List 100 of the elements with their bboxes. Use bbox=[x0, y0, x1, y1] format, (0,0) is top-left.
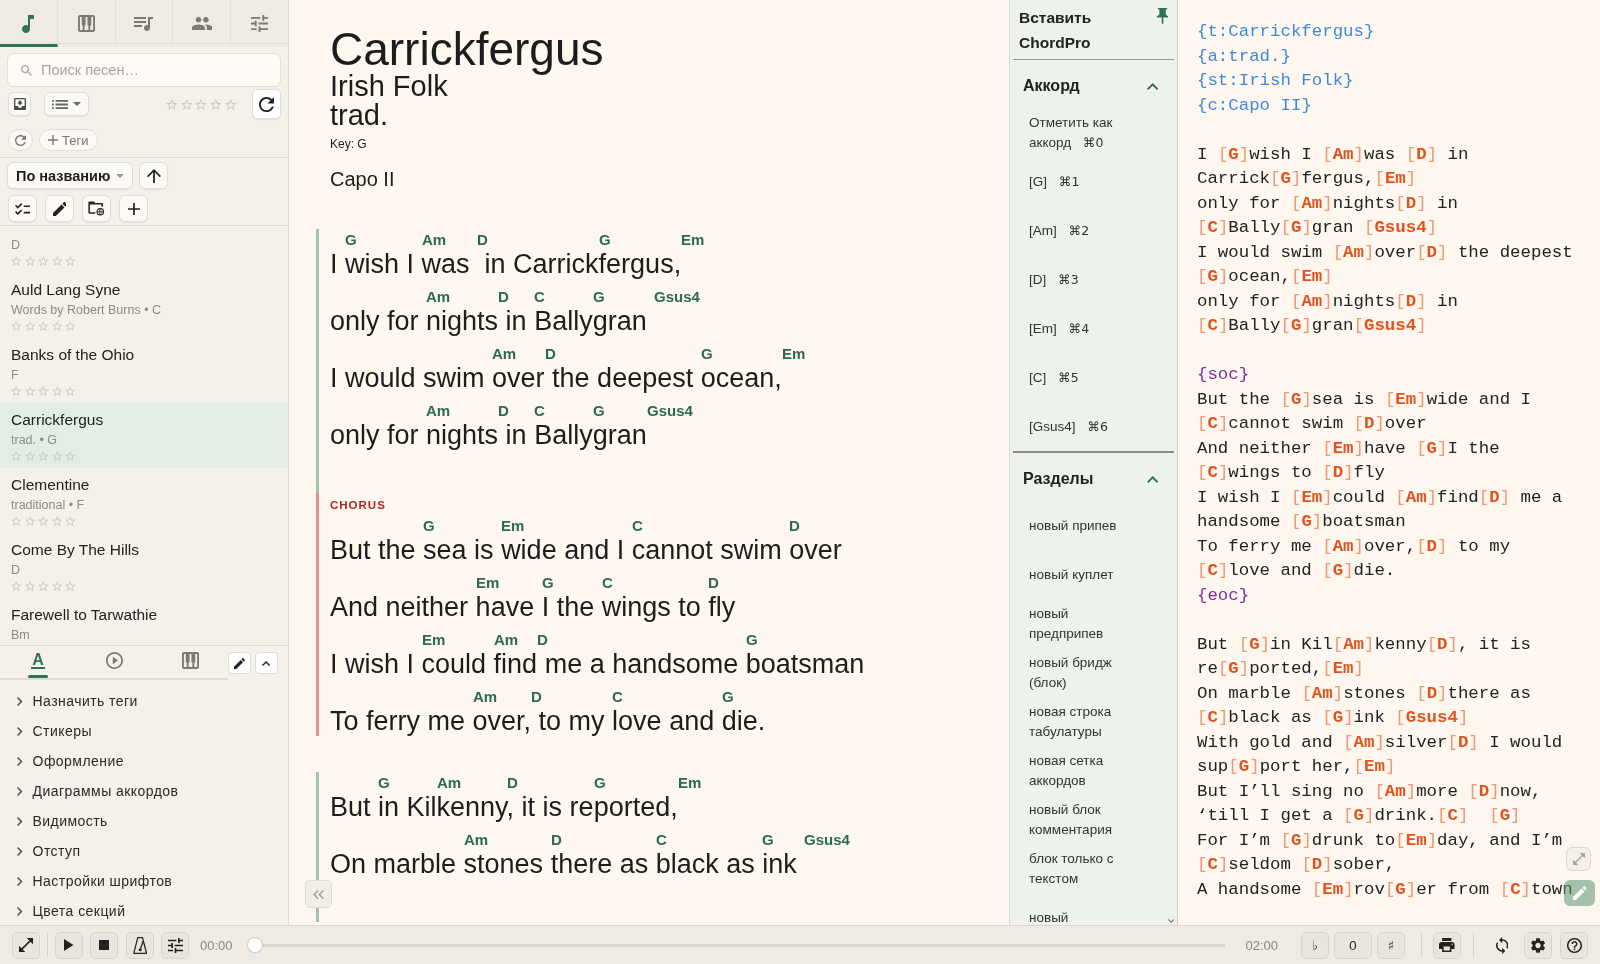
chevron-right-icon bbox=[17, 786, 23, 796]
insert-item[interactable]: блок только с текстом bbox=[1013, 844, 1174, 893]
select-button[interactable] bbox=[8, 195, 37, 222]
code-line: handsome [G]boatsman bbox=[1197, 511, 1406, 533]
plus-icon bbox=[127, 202, 140, 215]
insert-item[interactable]: новый бридж (блок) bbox=[1013, 648, 1174, 697]
code-line: But I’ll sing no [Am]more [D]now, bbox=[1197, 780, 1542, 803]
code-line: {a:trad.} bbox=[1197, 45, 1291, 68]
insert-item[interactable]: новая сетка аккордов bbox=[1013, 746, 1174, 795]
option-row[interactable]: Стикеры bbox=[0, 716, 288, 746]
option-row[interactable]: Видимость bbox=[0, 806, 288, 836]
code-line: But the [G]sea is [Em]wide and I bbox=[1197, 388, 1531, 411]
chord-label: C bbox=[612, 688, 623, 706]
nav-tab[interactable] bbox=[115, 0, 174, 47]
shortcut-label: ⌘0 bbox=[1083, 134, 1104, 150]
slider-thumb[interactable] bbox=[247, 938, 262, 952]
nav-tab[interactable] bbox=[0, 0, 58, 47]
nav-tab[interactable] bbox=[173, 0, 232, 47]
chevron-up-icon bbox=[1146, 475, 1158, 483]
lyric-line: I wish I was in Carrickfergus, bbox=[330, 249, 682, 279]
code-line: {t:Carrickfergus} bbox=[1197, 21, 1375, 43]
insert-item[interactable]: новый куплет bbox=[1013, 550, 1174, 599]
insert-item[interactable]: новый предприпев bbox=[1013, 599, 1174, 648]
code-line: [C]love and [G]die. bbox=[1197, 560, 1396, 582]
people-icon bbox=[191, 17, 212, 30]
insert-item[interactable]: [G] ⌘1 bbox=[1013, 157, 1174, 206]
song-item[interactable]: Clementine traditional • F bbox=[0, 468, 288, 533]
chord-label: Em bbox=[678, 774, 702, 792]
chord-label: C bbox=[602, 574, 613, 592]
insert-item[interactable]: [Gsus4] ⌘6 bbox=[1013, 402, 1174, 451]
shortcut-label: ⌘2 bbox=[1068, 222, 1090, 238]
song-item[interactable]: Banks of the Ohio F bbox=[0, 338, 288, 403]
import-button[interactable] bbox=[8, 92, 31, 116]
piano-icon bbox=[77, 15, 95, 32]
option-row[interactable]: Настройки шрифтов bbox=[0, 866, 288, 896]
transpose-value[interactable]: 0 bbox=[1334, 931, 1372, 959]
print-button[interactable] bbox=[1433, 931, 1461, 959]
chord-label: Am bbox=[426, 402, 451, 420]
metronome-button[interactable] bbox=[126, 931, 154, 959]
song-item[interactable]: Come By The Hills D bbox=[0, 533, 288, 598]
settings-button[interactable] bbox=[1524, 931, 1552, 959]
option-row[interactable]: Диаграммы аккордов bbox=[0, 776, 288, 806]
group-header[interactable]: Разделы bbox=[1013, 457, 1174, 501]
insert-item[interactable]: [C] ⌘5 bbox=[1013, 353, 1174, 402]
chord-label: G bbox=[593, 288, 605, 306]
folder-button[interactable] bbox=[82, 195, 111, 222]
edit-button[interactable] bbox=[228, 652, 251, 674]
view-dropdown[interactable] bbox=[44, 92, 89, 116]
chord-label: Em bbox=[422, 631, 446, 649]
mixer-button[interactable] bbox=[161, 931, 189, 959]
option-row[interactable]: Назначить теги bbox=[0, 686, 288, 716]
stop-button[interactable] bbox=[90, 931, 118, 959]
refresh-button[interactable] bbox=[252, 89, 281, 119]
chord-label: G bbox=[423, 517, 435, 535]
star-icon bbox=[11, 581, 22, 591]
star-icon bbox=[11, 256, 22, 266]
edit-button[interactable] bbox=[45, 195, 74, 222]
chord-label: G bbox=[542, 574, 554, 592]
insert-item[interactable]: Отметить как аккорд ⌘0 bbox=[1013, 108, 1174, 157]
code-line: I [G]wish I [Am]was [D] in bbox=[1197, 143, 1469, 166]
collapse-panel-button[interactable] bbox=[255, 652, 278, 674]
play-button[interactable] bbox=[55, 931, 83, 959]
song-item[interactable]: Carrickfergus trad. • G bbox=[0, 403, 288, 468]
sort-dropdown[interactable]: По названию bbox=[7, 162, 134, 189]
insert-item[interactable]: новая строка табулатуры bbox=[1013, 697, 1174, 746]
panel-tab[interactable]: A bbox=[0, 646, 76, 678]
double-chevron-left-icon bbox=[313, 889, 324, 899]
add-button[interactable] bbox=[119, 195, 148, 222]
lyric-line: And neither have I the wings to fly bbox=[330, 592, 736, 622]
option-row[interactable]: Оформление bbox=[0, 746, 288, 776]
star-icon bbox=[65, 386, 76, 396]
insert-item[interactable]: новый припев bbox=[1013, 501, 1174, 550]
insert-item[interactable]: [Am] ⌘2 bbox=[1013, 206, 1174, 255]
insert-item[interactable]: новый bbox=[1013, 893, 1174, 925]
add-tags-button[interactable]: Теги bbox=[39, 129, 99, 151]
song-subtitle: Irish Folk bbox=[330, 72, 448, 101]
song-item[interactable]: Auld Lang Syne Words by Robert Burns • C bbox=[0, 273, 288, 338]
star-icon bbox=[65, 581, 76, 591]
settings-icon bbox=[1530, 937, 1546, 953]
option-row[interactable]: Отступ bbox=[0, 836, 288, 866]
nav-tab[interactable] bbox=[57, 0, 116, 47]
fullscreen-button[interactable] bbox=[12, 931, 40, 959]
option-row[interactable]: Цвета секций bbox=[0, 896, 288, 925]
star-icon bbox=[24, 451, 36, 461]
group-header[interactable]: Аккорд bbox=[1013, 64, 1174, 108]
help-button[interactable] bbox=[1560, 931, 1588, 959]
flat-button[interactable]: ♭ bbox=[1301, 931, 1329, 959]
sort-direction-button[interactable] bbox=[139, 162, 169, 189]
chevron-right-icon bbox=[17, 816, 23, 826]
song-item[interactable]: Farewell to Tarwathie Bm bbox=[0, 598, 288, 645]
star-icon bbox=[24, 516, 36, 526]
search-field[interactable]: Поиск песен… bbox=[7, 53, 281, 87]
sharp-button[interactable]: ♯ bbox=[1377, 931, 1405, 959]
insert-item[interactable]: [D] ⌘3 bbox=[1013, 255, 1174, 304]
code-line: Carrick[G]fergus,[Em] bbox=[1197, 168, 1417, 190]
chord-label: D bbox=[537, 631, 548, 649]
insert-item[interactable]: [Em] ⌘4 bbox=[1013, 304, 1174, 353]
shortcut-label: ⌘5 bbox=[1058, 369, 1079, 385]
reset-button[interactable] bbox=[8, 129, 33, 151]
insert-item[interactable]: новый блок комментария bbox=[1013, 795, 1174, 844]
